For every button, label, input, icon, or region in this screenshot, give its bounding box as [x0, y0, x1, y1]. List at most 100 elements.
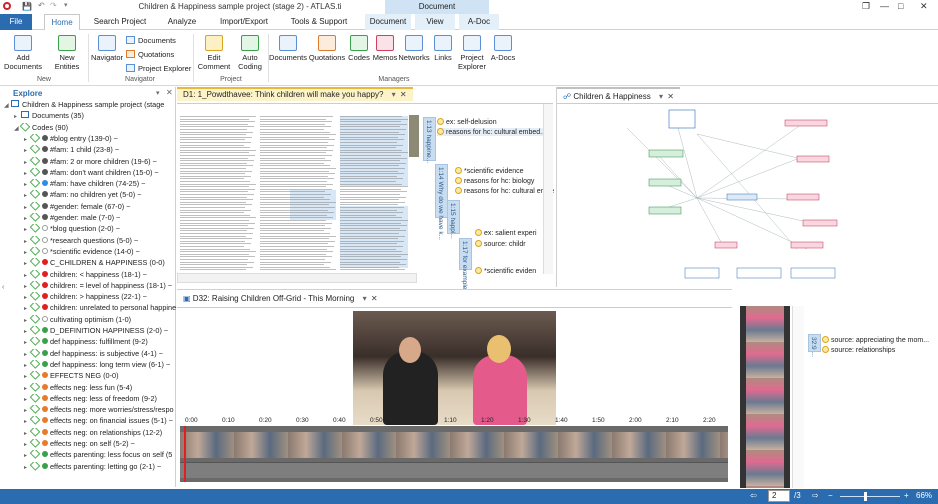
tab-dropdown-icon[interactable]: ▾	[659, 92, 663, 101]
add-documents-button[interactable]: Add Documents	[4, 35, 42, 71]
a-docs-button[interactable]: A-Docs	[490, 35, 516, 62]
explorer-item[interactable]: ▸ EFFECTS NEG (0-0)	[0, 371, 176, 382]
margin-code-label[interactable]: ex: salient experi	[475, 229, 537, 237]
explorer-item[interactable]: ▸ effects neg: less fun (5-4)	[0, 382, 176, 394]
zoom-slider-thumb[interactable]	[864, 492, 867, 501]
tab-analyze[interactable]: Analyze	[162, 14, 202, 30]
restore-button[interactable]: □	[898, 1, 903, 11]
explorer-item[interactable]: ▸ def happiness: long term view (6-1) ~	[0, 359, 176, 371]
explorer-item[interactable]: ▸ effects neg: on self (5-2) ~	[0, 439, 176, 450]
tab-dropdown-icon[interactable]: ▾	[392, 90, 396, 99]
explorer-item[interactable]: ▸ #fam: have children (74-25) ~	[0, 179, 176, 190]
explorer-item[interactable]: ▸ def happiness: is subjective (4-1) ~	[0, 348, 176, 360]
margin-code-label[interactable]: *scientific eviden	[475, 267, 536, 275]
tab-a-doc[interactable]: A-Doc	[459, 14, 499, 30]
explorer-item[interactable]: ▸ #fam: 1 child (23-8) ~	[0, 145, 176, 156]
tab-import-export[interactable]: Import/Export	[215, 14, 273, 30]
explorer-item[interactable]: ▸ #blog entry (139-0) ~	[0, 133, 176, 145]
navigator-button[interactable]: Navigator	[90, 35, 124, 62]
explorer-item[interactable]: ▸ cultivating optimism (1-0)	[0, 314, 176, 326]
ribbon-display-icon[interactable]: ❐	[862, 1, 870, 12]
tab-tools-support[interactable]: Tools & Support	[287, 14, 351, 30]
new-entities-button[interactable]: New Entities	[48, 35, 86, 71]
page-number-input[interactable]: 2	[768, 490, 790, 502]
explorer-item[interactable]: ▸ #gender: male (7-0) ~	[0, 213, 176, 224]
documents-nav-button[interactable]: Documents	[126, 36, 176, 45]
tab-network[interactable]: ☍ Children & Happiness ▾ ✕	[557, 87, 680, 101]
explorer-item[interactable]: ◢ Children & Happiness sample project (st…	[0, 100, 176, 111]
explorer-item[interactable]: ▸ effects neg: less of freedom (9-2)	[0, 393, 176, 405]
explorer-item[interactable]: ▸ *scientific evidence (14-0) ~	[0, 246, 176, 258]
explorer-item[interactable]: ▸ *blog question (2-0) ~	[0, 224, 176, 235]
explorer-item[interactable]: ▸ #gender: female (67-0) ~	[0, 201, 176, 213]
codes-manager-button[interactable]: Codes	[346, 35, 372, 62]
margin-code-label[interactable]: ex: self-delusion	[437, 118, 497, 126]
video-code-label[interactable]: source: appreciating the mom...	[822, 336, 929, 344]
explorer-item[interactable]: ▸ D_DEFINITION HAPPINESS (2-0) ~	[0, 326, 176, 337]
prev-page-icon[interactable]: ⇦	[750, 491, 757, 500]
memos-manager-button[interactable]: Memos	[372, 35, 398, 62]
explorer-item[interactable]: ▸ Documents (35)	[0, 111, 176, 122]
networks-manager-button[interactable]: Networks	[398, 35, 430, 62]
project-explorer-button[interactable]: Project Explorer	[456, 35, 488, 71]
tab-view[interactable]: View	[415, 14, 455, 30]
video-code-label[interactable]: source: relationships	[822, 346, 895, 354]
video-timeline[interactable]	[180, 426, 728, 482]
documents-manager-button[interactable]: Documents	[269, 35, 307, 62]
zoom-in-icon[interactable]: +	[904, 491, 909, 500]
explorer-item[interactable]: ▸ *research questions (5-0) ~	[0, 235, 176, 247]
explorer-item[interactable]: ▸ children: > happiness (22-1) ~	[0, 292, 176, 303]
margin-code-label[interactable]: reasons for hc: cultural embe	[455, 187, 554, 195]
tab-file[interactable]: File	[0, 14, 32, 30]
quotations-nav-button[interactable]: Quotations	[126, 50, 174, 59]
explorer-close-icon[interactable]: ✕	[166, 88, 173, 97]
tab-search-project[interactable]: Search Project	[92, 14, 148, 30]
doc-horizontal-scrollbar[interactable]	[177, 273, 417, 283]
explorer-item[interactable]: ▸ effects neg: on financial issues (5-1) …	[0, 416, 176, 427]
explorer-item[interactable]: ▸ #fam: don't want children (15-0) ~	[0, 167, 176, 179]
explorer-item[interactable]: ▸ def happiness: fulfillment (9-2)	[0, 337, 176, 348]
zoom-out-icon[interactable]: −	[828, 491, 833, 500]
explorer-item[interactable]: ◢ Codes (90)	[0, 122, 176, 134]
tab-home[interactable]: Home	[44, 14, 80, 30]
links-manager-button[interactable]: Links	[430, 35, 456, 62]
explorer-item[interactable]: ▸ children: < happiness (18-1) ~	[0, 269, 176, 281]
explorer-item[interactable]: ▸ #fam: no children yet (5-0) ~	[0, 190, 176, 201]
collapse-arrow-icon[interactable]: ‹	[2, 284, 4, 291]
playhead[interactable]	[184, 426, 186, 482]
video-quote-bar[interactable]: 32:9 ...	[808, 334, 821, 357]
margin-code-label[interactable]: source: childr	[475, 240, 526, 248]
margin-vertical-scrollbar[interactable]	[543, 104, 553, 274]
project-explorer-nav-button[interactable]: Project Explorer	[126, 64, 191, 73]
explorer-item[interactable]: ▸ children: unrelated to personal happine	[0, 303, 176, 314]
explorer-item[interactable]: ▸ effects parenting: less focus on self (…	[0, 450, 176, 461]
tab-video-d32[interactable]: ▣ D32: Raising Children Off-Grid - This …	[177, 291, 384, 305]
explorer-item[interactable]: ▸ #fam: 2 or more children (19-6) ~	[0, 156, 176, 168]
tab-close-icon[interactable]: ✕	[667, 92, 674, 101]
document-text-area[interactable]	[180, 114, 420, 271]
edit-comment-button[interactable]: Edit Comment	[196, 35, 232, 71]
explorer-item[interactable]: ▸ effects neg: on relationships (12-2)	[0, 427, 176, 439]
quotation-bar[interactable]: 1:15 happi...	[447, 200, 460, 239]
tab-close-icon[interactable]: ✕	[371, 294, 378, 303]
tab-document-d1[interactable]: D1: 1_Powdthavee: Think children will ma…	[177, 87, 413, 101]
margin-code-label[interactable]: *scientific evidence	[455, 167, 524, 175]
explorer-item[interactable]: ▸ effects parenting: letting go (2-1) ~	[0, 461, 176, 473]
next-page-icon[interactable]: ⇨	[812, 491, 819, 500]
expand-arrow-icon[interactable]: ◢	[4, 102, 10, 109]
expand-arrow-icon[interactable]: ▸	[14, 113, 20, 120]
tab-close-icon[interactable]: ✕	[400, 90, 407, 99]
video-margin-area[interactable]: 32:9 ... source: appreciating the mom...…	[806, 306, 938, 488]
margin-code-label[interactable]: reasons for hc: cultural embed...	[437, 128, 546, 136]
quotation-bar[interactable]: 1:17 for example...	[459, 238, 472, 295]
explorer-menu-icon[interactable]: ▾	[156, 89, 160, 97]
explorer-item[interactable]: ▸ effects neg: more worries/stress/respo	[0, 405, 176, 416]
network-canvas[interactable]	[557, 104, 938, 287]
filmstrip-scrollbar[interactable]	[792, 306, 804, 488]
zoom-slider[interactable]	[840, 496, 900, 497]
quotation-bar[interactable]: 1:13 happine...	[423, 117, 436, 163]
explorer-item[interactable]: ▸ children: = level of happiness (18-1) ~	[0, 280, 176, 292]
margin-area[interactable]: 1:13 happine... 1:14 Why do we have k... 1…	[423, 114, 554, 295]
minimize-button[interactable]: —	[880, 1, 889, 11]
explorer-item[interactable]: ▸ C_CHILDREN & HAPPINESS (0-0)	[0, 258, 176, 269]
